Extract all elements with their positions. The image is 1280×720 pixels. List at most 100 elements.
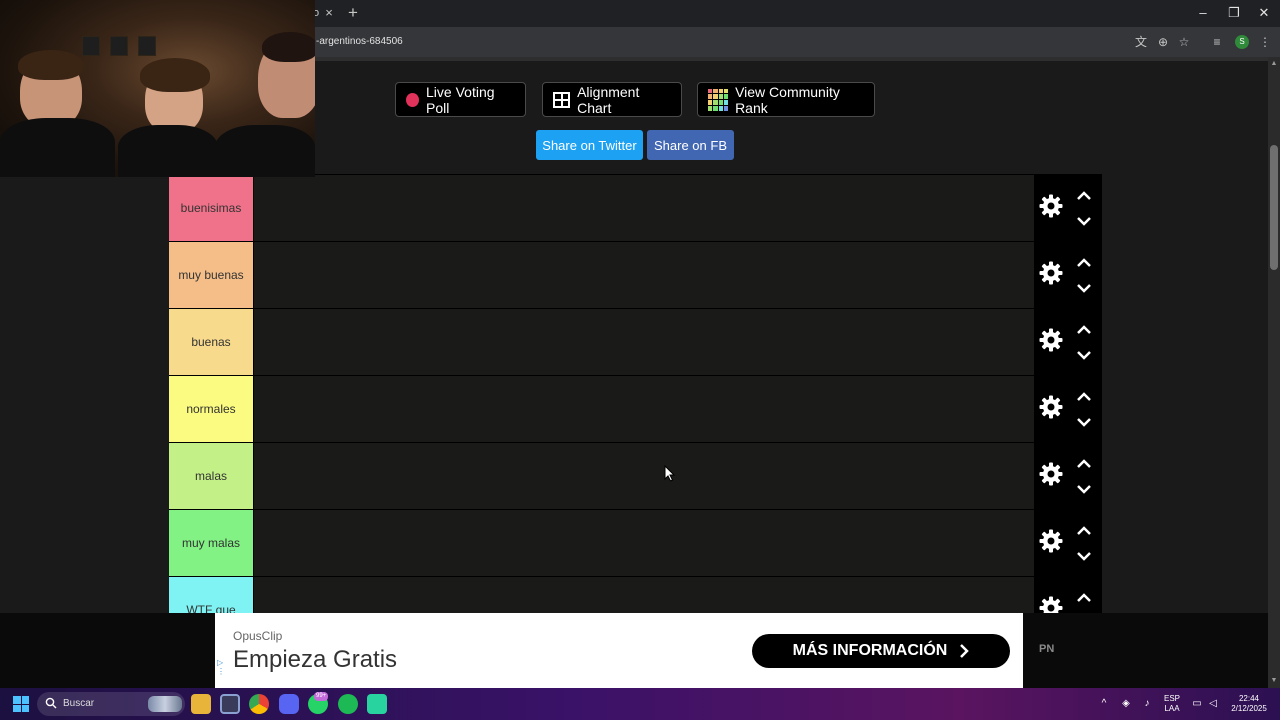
- tier-drop-area[interactable]: [253, 242, 1034, 308]
- tier-controls: [1034, 309, 1102, 375]
- screen: o × + – ❐ ✕ -argentinos-684506 文 ⊕ ☆ ≡ S…: [0, 0, 1280, 720]
- community-rank-label: View Community Rank: [735, 83, 840, 116]
- ad-banner-bar: OpusClip Empieza Gratis MÁS INFORMACIÓN …: [0, 613, 1268, 688]
- chevron-up-icon[interactable]: [1075, 457, 1093, 471]
- shirt-middle: [118, 125, 218, 177]
- chrome-icon[interactable]: [249, 694, 269, 714]
- keyboard-layout: LAA: [1164, 704, 1180, 713]
- tier-controls: [1034, 510, 1102, 576]
- restore-button[interactable]: ❐: [1224, 4, 1244, 22]
- gear-icon[interactable]: [1039, 529, 1063, 553]
- tier-drop-area[interactable]: [253, 443, 1034, 509]
- close-window-button[interactable]: ✕: [1254, 4, 1274, 22]
- microphone-icon[interactable]: ♪: [1141, 698, 1153, 710]
- hair-left: [18, 50, 84, 80]
- tier-label[interactable]: buenas: [169, 309, 253, 375]
- chevron-down-icon[interactable]: [1075, 549, 1093, 563]
- gear-icon[interactable]: [1039, 328, 1063, 352]
- tier-row: buenisimas: [169, 174, 1102, 241]
- tier-drop-area[interactable]: [253, 510, 1034, 576]
- view-community-rank-button[interactable]: View Community Rank: [697, 82, 875, 117]
- live-voting-poll-button[interactable]: Live Voting Poll: [395, 82, 526, 117]
- wifi-icon[interactable]: ▭: [1191, 698, 1203, 710]
- clock-date: 2/12/2025: [1231, 704, 1267, 713]
- ad-cta-label: MÁS INFORMACIÓN: [792, 642, 948, 659]
- zoom-icon[interactable]: ⊕: [1155, 34, 1171, 50]
- file-explorer-icon[interactable]: [191, 694, 211, 714]
- chevron-up-icon[interactable]: [1075, 524, 1093, 538]
- share-twitter-button[interactable]: Share on Twitter: [536, 130, 643, 160]
- alignment-chart-button[interactable]: Alignment Chart: [542, 82, 682, 117]
- hair-middle: [140, 58, 210, 92]
- bookmark-star-icon[interactable]: ☆: [1176, 34, 1192, 50]
- windows-start-icon[interactable]: [13, 696, 29, 712]
- tier-controls: [1034, 242, 1102, 308]
- ad-cta-button[interactable]: MÁS INFORMACIÓN: [752, 634, 1010, 668]
- tier-controls: [1034, 175, 1102, 241]
- taskbar-search[interactable]: Buscar: [37, 692, 185, 716]
- chevron-up-icon[interactable]: [1075, 591, 1093, 605]
- volume-icon[interactable]: ◁: [1207, 698, 1219, 710]
- tier-label[interactable]: muy malas: [169, 510, 253, 576]
- tier-row: muy buenas: [169, 241, 1102, 308]
- tier-label[interactable]: muy buenas: [169, 242, 253, 308]
- tier-label[interactable]: normales: [169, 376, 253, 442]
- tier-controls: [1034, 443, 1102, 509]
- gear-icon[interactable]: [1039, 194, 1063, 218]
- discord-icon[interactable]: [279, 694, 299, 714]
- spotify-icon[interactable]: [338, 694, 358, 714]
- shirt-left: [0, 118, 115, 177]
- tab-close-icon[interactable]: ×: [322, 5, 336, 21]
- chevron-up-icon[interactable]: [1075, 189, 1093, 203]
- chevron-down-icon[interactable]: [1075, 348, 1093, 362]
- gear-icon[interactable]: [1039, 261, 1063, 285]
- page-scrollbar[interactable]: ▲ ▼: [1268, 57, 1280, 688]
- share-fb-button[interactable]: Share on FB: [647, 130, 734, 160]
- tier-label[interactable]: malas: [169, 443, 253, 509]
- tier-label[interactable]: buenisimas: [169, 175, 253, 241]
- gear-icon[interactable]: [1039, 462, 1063, 486]
- background-frame: [110, 36, 128, 56]
- chevron-up-icon[interactable]: [1075, 390, 1093, 404]
- chevron-down-icon[interactable]: [1075, 214, 1093, 228]
- notification-badge: 99+: [314, 692, 329, 701]
- media-queue-icon[interactable]: ≡: [1209, 34, 1225, 50]
- language-indicator[interactable]: ESP LAA: [1161, 694, 1183, 714]
- network-app-icon[interactable]: ◈: [1120, 698, 1132, 710]
- shirt-right: [215, 125, 315, 177]
- scroll-up-arrow-icon[interactable]: ▲: [1270, 60, 1278, 68]
- chevron-down-icon[interactable]: [1075, 482, 1093, 496]
- tier-drop-area[interactable]: [253, 175, 1034, 241]
- windows-taskbar: Buscar ^ ◈ ♪ ESP LAA ▭ ◁ 22:44 2/12/2025: [0, 688, 1280, 720]
- tier-drop-area[interactable]: [253, 376, 1034, 442]
- chevron-down-icon[interactable]: [1075, 281, 1093, 295]
- tier-row: malas: [169, 442, 1102, 509]
- gear-icon[interactable]: [1039, 395, 1063, 419]
- store-icon[interactable]: [220, 694, 240, 714]
- ad-brand: OpusClip: [233, 629, 283, 643]
- search-placeholder: Buscar: [63, 698, 95, 709]
- ad-info-icon[interactable]: ▷ ⋮: [217, 658, 225, 686]
- clock-time: 22:44: [1238, 694, 1260, 703]
- clock[interactable]: 22:44 2/12/2025: [1226, 694, 1272, 714]
- scroll-down-arrow-icon[interactable]: ▼: [1270, 677, 1278, 685]
- background-frame: [138, 36, 156, 56]
- scrollbar-thumb[interactable]: [1270, 145, 1278, 270]
- tray-chevron-icon[interactable]: ^: [1098, 698, 1110, 710]
- new-tab-button[interactable]: +: [345, 3, 361, 23]
- chevron-down-icon[interactable]: [1075, 415, 1093, 429]
- chevron-up-icon[interactable]: [1075, 256, 1093, 270]
- tier-drop-area[interactable]: [253, 309, 1034, 375]
- menu-kebab-icon[interactable]: ⋮: [1257, 34, 1273, 50]
- ad-creative[interactable]: OpusClip Empieza Gratis MÁS INFORMACIÓN: [215, 613, 1023, 688]
- chevron-right-icon: [960, 644, 970, 658]
- profile-avatar[interactable]: S: [1235, 35, 1249, 49]
- tier-row: buenas: [169, 308, 1102, 375]
- background-frame: [82, 36, 100, 56]
- app-icon[interactable]: [367, 694, 387, 714]
- translate-icon[interactable]: 文: [1133, 34, 1149, 50]
- minimize-button[interactable]: –: [1193, 4, 1213, 22]
- tier-grid-icon: [708, 88, 729, 111]
- address-bar-url[interactable]: -argentinos-684506: [316, 36, 403, 47]
- chevron-up-icon[interactable]: [1075, 323, 1093, 337]
